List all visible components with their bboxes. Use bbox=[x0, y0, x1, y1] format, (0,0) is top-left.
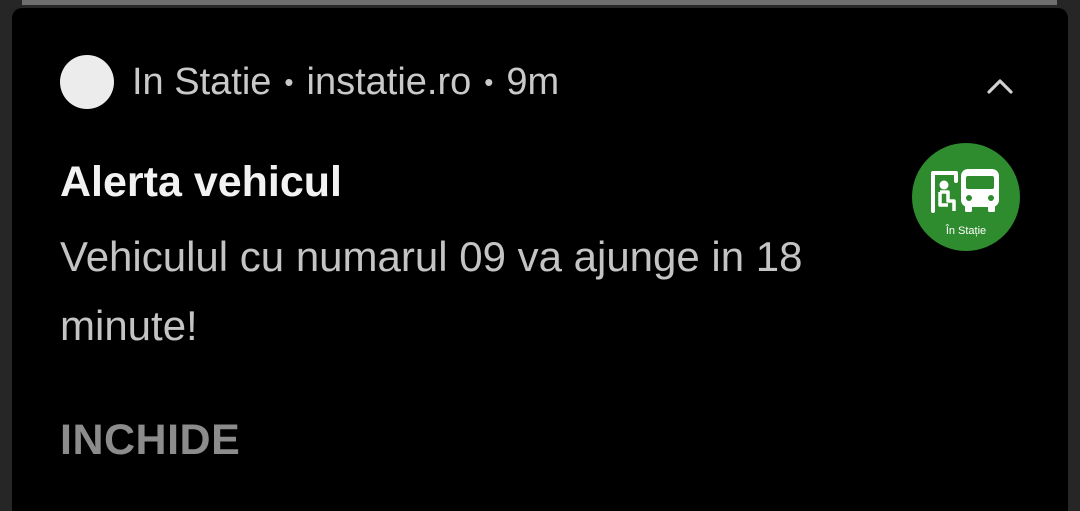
separator-dot: • bbox=[284, 66, 294, 97]
header-text: In Statie • instatie.ro • 9m bbox=[132, 61, 559, 104]
notification-header: In Statie • instatie.ro • 9m bbox=[60, 52, 559, 112]
separator-dot: • bbox=[484, 66, 494, 97]
app-icon bbox=[60, 55, 114, 109]
timestamp: 9m bbox=[506, 60, 560, 103]
notification-shade: In Statie • instatie.ro • 9m Alerta vehi… bbox=[0, 0, 1080, 511]
notification-title: Alerta vehicul bbox=[60, 158, 342, 206]
notification-body: Vehiculul cu numarul 09 va ajunge in 18 … bbox=[60, 233, 803, 349]
chevron-up-icon[interactable] bbox=[980, 66, 1020, 106]
source-domain: instatie.ro bbox=[306, 60, 472, 103]
logo-label: În Stație bbox=[945, 224, 986, 237]
app-name: In Statie bbox=[132, 60, 272, 103]
previous-notification-edge bbox=[22, 0, 1057, 5]
in-statie-logo-icon: În Stație bbox=[912, 143, 1020, 251]
notification-card[interactable]: In Statie • instatie.ro • 9m Alerta vehi… bbox=[12, 8, 1068, 511]
dismiss-button[interactable]: INCHIDE bbox=[60, 416, 240, 465]
